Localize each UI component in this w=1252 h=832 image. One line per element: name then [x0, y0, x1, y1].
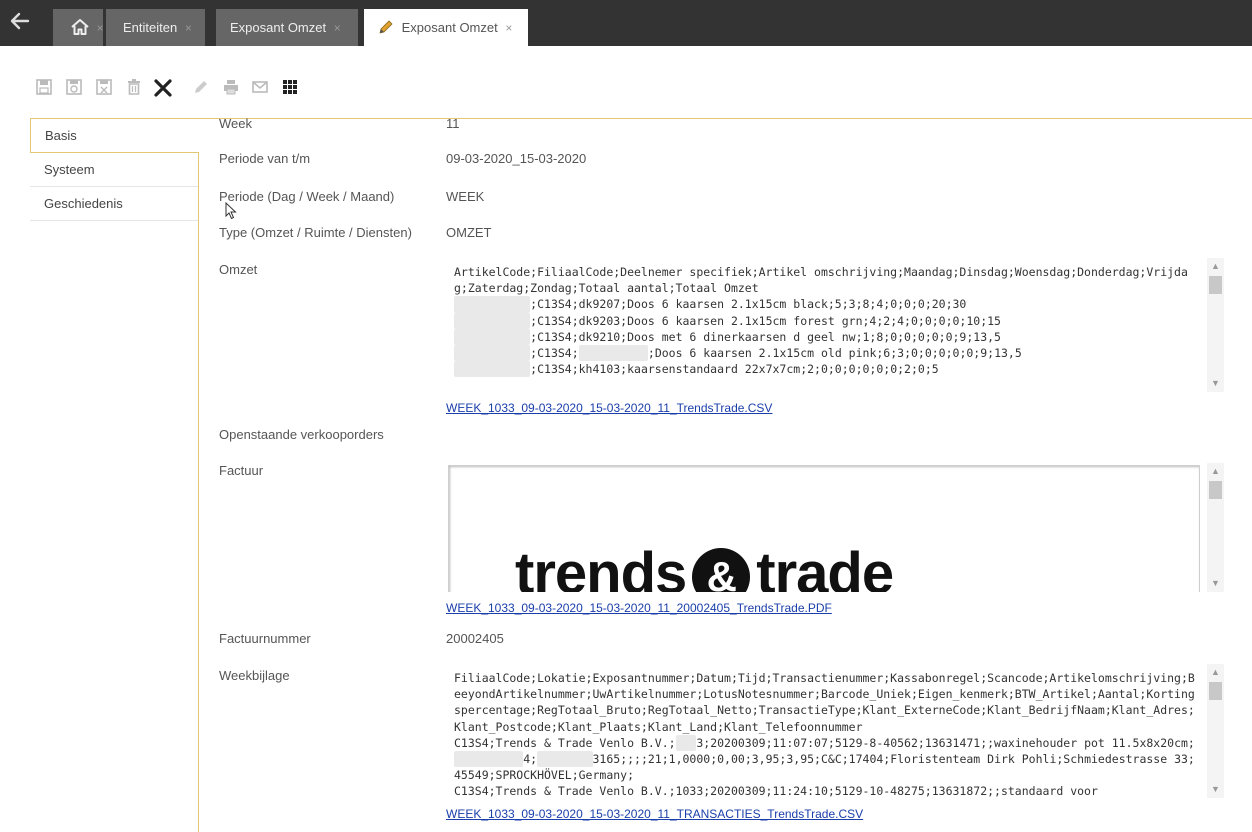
omzet-label: Omzet [219, 262, 258, 277]
omzet-textarea[interactable]: ArtikelCode;FiliaalCode;Deelnemer specif… [446, 258, 1224, 392]
week-header: FiliaalCode;Lokatie;Exposantnummer;Datum… [454, 671, 1195, 734]
tab-home-close-icon[interactable]: × [97, 21, 104, 35]
week-row: C13S4;Trends & Trade Venlo B.V.;1033;202… [454, 784, 1098, 798]
tab-bar: × Entiteiten × Exposant Omzet × Exposant… [0, 0, 1252, 46]
tab-exposant-omzet-1[interactable]: Exposant Omzet × [216, 9, 358, 46]
omzet-row: ;C13S4;dk9207;Doos 6 kaarsen 2.1x15cm bl… [530, 297, 967, 312]
mouse-cursor-icon [225, 201, 237, 225]
week-row: 3;20200309;11:07:07;5129-8-40562;1363147… [696, 735, 1195, 750]
grid-icon[interactable] [281, 78, 301, 100]
periode-label: Periode van t/m [219, 151, 311, 166]
omzet-row: ;C13S4; [530, 346, 579, 361]
week-value: 11 [446, 116, 460, 131]
redacted-code: 00000000000 [454, 328, 531, 346]
periode-type-value: WEEK [446, 189, 485, 204]
content-border-left [198, 152, 199, 832]
omzet-file-link[interactable]: WEEK_1033_09-03-2020_15-03-2020_11_Trend… [446, 401, 772, 415]
tab-entiteiten-label: Entiteiten [123, 20, 178, 35]
edit-icon[interactable] [192, 78, 212, 100]
omzet-row: ;C13S4;dk9210;Doos met 6 dinerkaarsen d … [530, 329, 1001, 344]
redacted-code: 00000000000 [454, 345, 531, 362]
redacted-code: 00000000000 [454, 361, 531, 378]
close-icon[interactable] [153, 78, 173, 100]
tab-home[interactable]: × [53, 9, 104, 46]
scroll-thumb[interactable] [1209, 481, 1222, 499]
sidebar: Basis Systeem Geschiedenis [30, 118, 198, 221]
factuur-preview[interactable]: trends & trade ▲ ▼ [446, 463, 1224, 592]
week-row: 4; [523, 752, 538, 767]
type-value: OMZET [446, 225, 492, 240]
omzet-scrollbar[interactable]: ▲ ▼ [1207, 258, 1224, 392]
factuur-file-link[interactable]: WEEK_1033_09-03-2020_15-03-2020_11_20002… [446, 601, 832, 615]
week-row: C13S4;Trends & Trade Venlo B.V.; [454, 735, 676, 750]
scroll-down-icon[interactable]: ▼ [1207, 575, 1224, 592]
factuurnummer-label: Factuurnummer [219, 631, 311, 646]
omzet-row: ;C13S4;dk9203;Doos 6 kaarsen 2.1x15cm fo… [530, 313, 1001, 328]
redacted-code: 000 [675, 734, 697, 752]
tab-exposant-omzet-2-label: Exposant Omzet [401, 20, 498, 35]
periode-type-label: Periode (Dag / Week / Maand) [219, 189, 395, 204]
trends-trade-logo: trends & trade [515, 540, 894, 592]
tab-entiteiten[interactable]: Entiteiten × [106, 9, 205, 46]
openstaande-label: Openstaande verkooporders [219, 427, 384, 442]
periode-value: 09-03-2020_15-03-2020 [446, 151, 587, 166]
tab-exposant-omzet-1-label: Exposant Omzet [230, 20, 327, 35]
scroll-up-icon[interactable]: ▲ [1207, 664, 1224, 681]
scroll-down-icon[interactable]: ▼ [1207, 781, 1224, 798]
tab-exposant-omzet-1-close-icon[interactable]: × [334, 21, 341, 35]
scroll-up-icon[interactable]: ▲ [1207, 258, 1224, 275]
omzet-header: ArtikelCode;FiliaalCode;Deelnemer specif… [454, 265, 1188, 296]
sidebar-item-basis[interactable]: Basis [30, 118, 198, 153]
type-label: Type (Omzet / Ruimte / Diensten) [219, 225, 412, 240]
home-icon [71, 19, 89, 35]
factuur-label: Factuur [219, 463, 264, 478]
tab-exposant-omzet-2[interactable]: Exposant Omzet × [364, 9, 528, 46]
weekbijlage-file-link[interactable]: WEEK_1033_09-03-2020_15-03-2020_11_TRANS… [446, 807, 863, 821]
factuur-scrollbar[interactable]: ▲ ▼ [1207, 463, 1224, 592]
redacted-code: 00000000000 [454, 296, 531, 313]
omzet-row: ;Doos 6 kaarsen 2.1x15cm old pink;6;3;0;… [647, 346, 1022, 361]
save-and-close-icon[interactable] [95, 78, 115, 100]
pdf-page: trends & trade [448, 465, 1200, 592]
tab-entiteiten-close-icon[interactable]: × [185, 21, 192, 35]
sidebar-item-geschiedenis[interactable]: Geschiedenis [30, 187, 198, 221]
mail-icon[interactable] [251, 78, 271, 100]
scroll-thumb[interactable] [1209, 682, 1222, 700]
weekbijlage-scrollbar[interactable]: ▲ ▼ [1207, 664, 1224, 798]
delete-icon[interactable] [125, 78, 145, 100]
factuurnummer-value: 20002405 [446, 631, 504, 646]
weekbijlage-textarea[interactable]: FiliaalCode;Lokatie;Exposantnummer;Datum… [446, 664, 1224, 798]
pencil-icon [379, 20, 393, 34]
week-label: Week [219, 116, 252, 131]
save-icon[interactable] [35, 78, 55, 100]
redacted-code: 00000000 [537, 751, 593, 768]
back-arrow-icon[interactable] [6, 9, 34, 37]
save-and-new-icon[interactable] [65, 78, 85, 100]
redacted-code: 0000000000 [578, 345, 648, 362]
redacted-code: 00000000000 [454, 312, 531, 329]
scroll-down-icon[interactable]: ▼ [1207, 375, 1224, 392]
scroll-up-icon[interactable]: ▲ [1207, 463, 1224, 480]
print-icon[interactable] [222, 78, 242, 100]
sidebar-item-systeem[interactable]: Systeem [30, 153, 198, 187]
content-border [198, 118, 1252, 119]
omzet-row: ;C13S4;kh4103;kaarsenstandaard 22x7x7cm;… [530, 362, 939, 377]
weekbijlage-label: Weekbijlage [219, 668, 290, 683]
redacted-code: 0000000000 [454, 751, 524, 768]
tab-exposant-omzet-2-close-icon[interactable]: × [505, 21, 512, 35]
scroll-thumb[interactable] [1209, 276, 1222, 294]
